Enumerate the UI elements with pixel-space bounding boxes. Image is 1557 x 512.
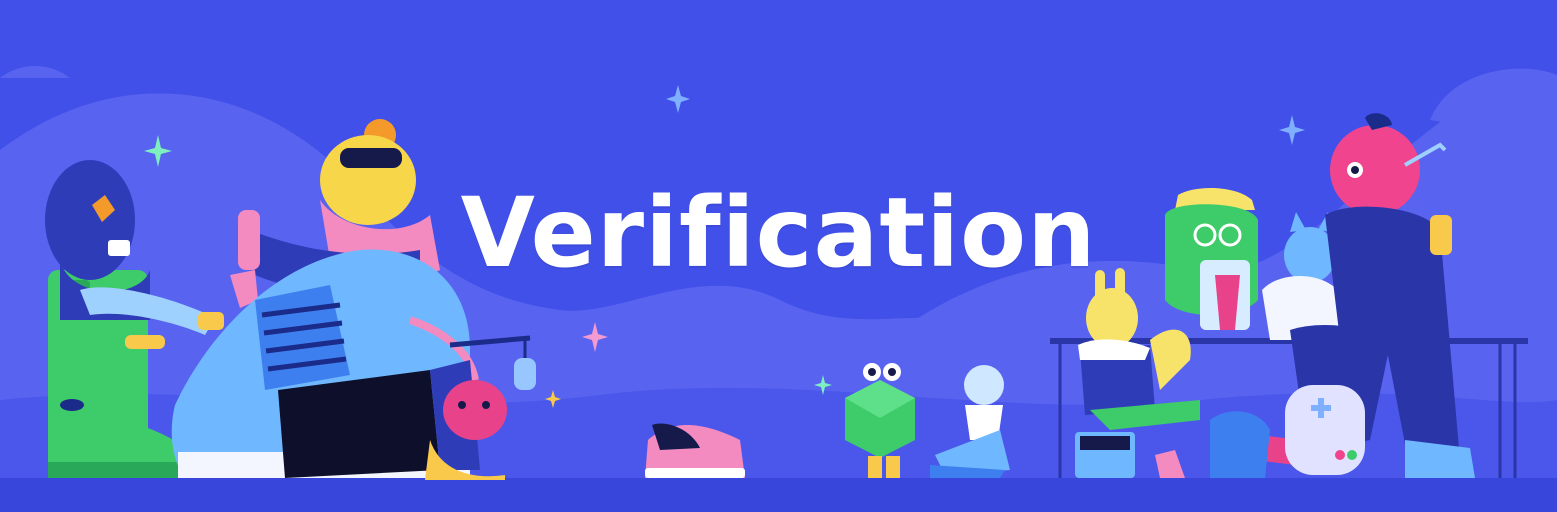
banner-title: Verification xyxy=(460,177,1097,289)
ground-strip xyxy=(0,478,1557,512)
verification-banner: Verification xyxy=(0,0,1557,512)
